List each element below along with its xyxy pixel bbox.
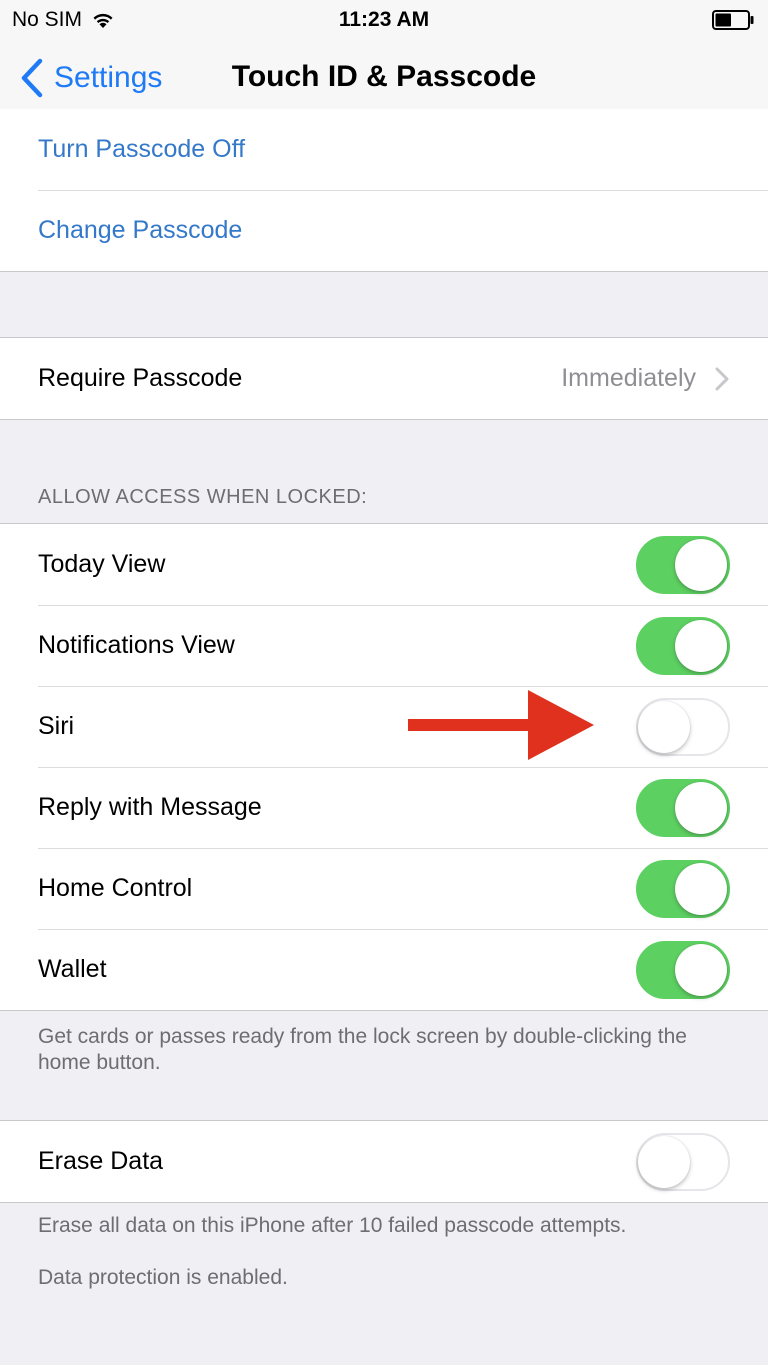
change-passcode-button[interactable]: Change Passcode xyxy=(0,190,768,271)
allow-access-group: Today View Notifications View Siri Reply… xyxy=(0,523,768,1011)
reply-with-message-label: Reply with Message xyxy=(38,793,262,821)
navigation-bar: Settings Touch ID & Passcode xyxy=(0,38,768,120)
change-passcode-label: Change Passcode xyxy=(38,216,243,244)
turn-passcode-off-label: Turn Passcode Off xyxy=(38,135,246,163)
wallet-footer: Get cards or passes ready from the lock … xyxy=(38,1025,687,1074)
toggle-knob xyxy=(675,539,727,591)
siri-row: Siri xyxy=(0,686,768,767)
notifications-view-toggle[interactable] xyxy=(636,617,730,675)
wallet-label: Wallet xyxy=(38,955,107,983)
today-view-label: Today View xyxy=(38,550,166,578)
annotation-arrow-icon xyxy=(408,690,594,760)
toggle-knob xyxy=(675,944,727,996)
battery-icon xyxy=(712,10,754,30)
erase-data-group: Erase Data xyxy=(0,1120,768,1203)
today-view-row: Today View xyxy=(0,524,768,605)
data-protection-footer: Data protection is enabled. xyxy=(38,1266,288,1289)
toggle-knob xyxy=(638,1136,690,1188)
turn-passcode-off-button[interactable]: Turn Passcode Off xyxy=(0,109,768,190)
erase-data-row: Erase Data xyxy=(0,1121,768,1202)
toggle-knob xyxy=(638,701,690,753)
wallet-toggle[interactable] xyxy=(636,941,730,999)
page-title: Touch ID & Passcode xyxy=(231,60,537,93)
require-passcode-value: Immediately xyxy=(561,364,696,392)
require-passcode-group: Require Passcode Immediately xyxy=(0,337,768,420)
siri-toggle[interactable] xyxy=(636,698,730,756)
reply-with-message-toggle[interactable] xyxy=(636,779,730,837)
siri-label: Siri xyxy=(38,712,75,740)
home-control-row: Home Control xyxy=(0,848,768,929)
chevron-right-icon xyxy=(715,367,729,391)
toggle-knob xyxy=(675,782,727,834)
status-time: 11:23 AM xyxy=(338,8,430,31)
passcode-group: Turn Passcode Off Change Passcode xyxy=(0,109,768,272)
toggle-knob xyxy=(675,863,727,915)
erase-data-toggle[interactable] xyxy=(636,1133,730,1191)
home-control-toggle[interactable] xyxy=(636,860,730,918)
today-view-toggle[interactable] xyxy=(636,536,730,594)
erase-data-footer: Erase all data on this iPhone after 10 f… xyxy=(38,1214,627,1237)
wallet-row: Wallet xyxy=(0,929,768,1010)
status-bar: No SIM 11:23 AM xyxy=(0,0,768,38)
require-passcode-row[interactable]: Require Passcode Immediately xyxy=(0,338,768,419)
notifications-view-label: Notifications View xyxy=(38,631,235,659)
section-header: ALLOW ACCESS WHEN LOCKED: xyxy=(38,486,368,508)
erase-data-label: Erase Data xyxy=(38,1147,164,1175)
home-control-label: Home Control xyxy=(38,874,193,902)
require-passcode-label: Require Passcode xyxy=(38,364,243,392)
notifications-view-row: Notifications View xyxy=(0,605,768,686)
toggle-knob xyxy=(675,620,727,672)
reply-with-message-row: Reply with Message xyxy=(0,767,768,848)
